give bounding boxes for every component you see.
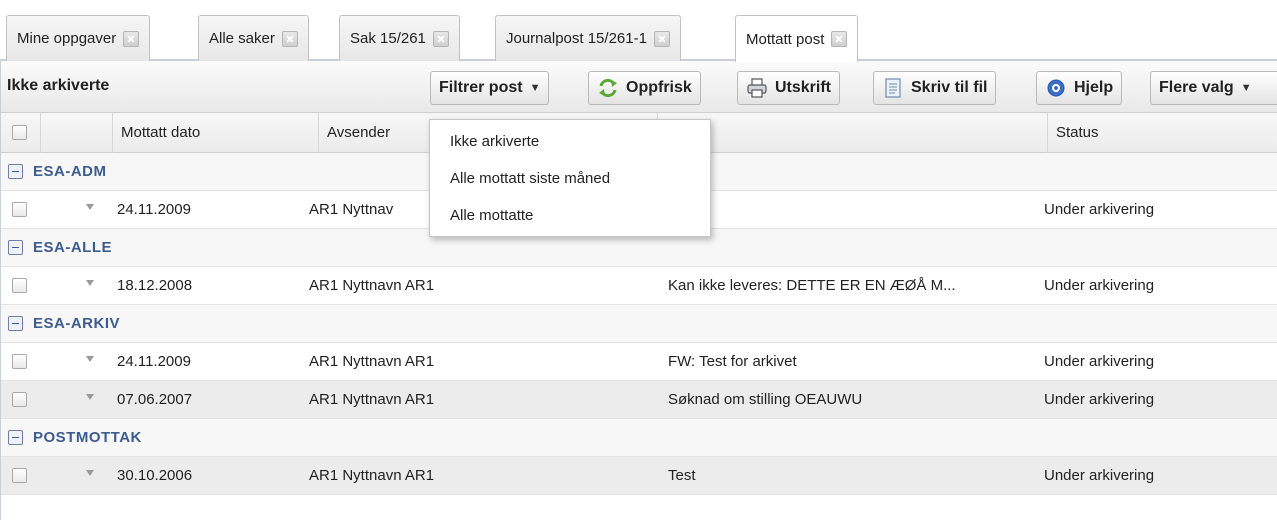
status-cell: Under arkivering [1044,391,1155,408]
row-expand-icon[interactable] [86,470,94,476]
row-expand-icon[interactable] [86,280,94,286]
refresh-button[interactable]: Oppfrisk [588,71,701,105]
filter-post-label: Filtrer post [439,79,523,96]
table-row[interactable]: 18.12.2008 AR1 Nyttnavn AR1 Kan ikke lever… [1,267,1277,305]
help-button[interactable]: Hjelp [1036,71,1123,105]
tab-mottatt-post[interactable]: Mottatt post [735,15,859,62]
group-row[interactable]: ESA-ARKIV [1,305,1277,343]
status-cell: Under arkivering [1044,467,1155,484]
write-to-file-button[interactable]: Skriv til fil [873,71,997,105]
collapse-icon[interactable] [8,430,23,445]
tab-label: Sak 15/261 [350,30,426,47]
received-date-cell: 24.11.2009 [117,353,191,370]
filter-menu-item[interactable]: Alle mottatte [430,198,710,234]
tab-journalpost-15-261-1[interactable]: Journalpost 15/261-1 [495,15,681,61]
group-name: ESA-ALLE [33,239,112,256]
sender-cell: AR1 Nyttnavn AR1 [309,391,435,408]
write-to-file-label: Skriv til fil [911,79,988,96]
column-header-date[interactable]: Mottatt dato [112,113,318,153]
print-button[interactable]: Utskrift [737,71,841,105]
more-options-button[interactable]: Flere valg ▼ [1150,71,1277,105]
row-checkbox[interactable] [12,202,27,217]
group-row[interactable]: POSTMOTTAK [1,419,1277,457]
tab-mine-oppgaver[interactable]: Mine oppgaver [6,15,151,61]
column-header-expander [40,113,112,153]
row-expand-icon[interactable] [86,204,94,210]
sender-cell: AR1 Nyttnavn AR1 [309,277,435,294]
status-cell: Under arkivering [1044,201,1155,218]
sender-cell: AR1 Nyttnavn AR1 [309,353,435,370]
select-all-checkbox[interactable] [12,125,27,140]
table-row[interactable]: 30.10.2006 AR1 Nyttnavn AR1 Test Under arki… [1,457,1277,495]
filter-menu-item[interactable]: Ikke arkiverte [430,124,710,160]
tab-sak-15-261[interactable]: Sak 15/261 [339,15,460,61]
tab-strip: Mine oppgaver Alle saker Sak 15/261 Jour… [0,0,1277,62]
printer-icon [746,77,768,99]
filter-menu-item[interactable]: Alle mottatt siste måned [430,161,710,197]
tab-alle-saker[interactable]: Alle saker [198,15,309,61]
status-cell: Under arkivering [1044,353,1155,370]
chevron-down-icon: ▼ [1240,82,1252,94]
row-checkbox[interactable] [12,468,27,483]
help-label: Hjelp [1074,79,1114,96]
filter-post-button[interactable]: Filtrer post ▼ [430,71,550,105]
close-icon[interactable] [653,30,670,47]
column-header-subject[interactable] [657,113,1047,153]
close-icon[interactable] [432,30,449,47]
table-row[interactable]: 24.11.2009 AR1 Nyttnavn AR1 FW: Test for a… [1,343,1277,381]
filter-menu: Ikke arkiverte Alle mottatt siste måned … [429,119,711,237]
chevron-down-icon: ▼ [529,82,541,94]
collapse-icon[interactable] [8,164,23,179]
row-checkbox[interactable] [12,392,27,407]
subject-cell: Søknad om stilling OEAUWU [668,391,863,408]
help-icon [1045,77,1067,99]
panel-title: Ikke arkiverte [7,77,110,94]
group-name: ESA-ARKIV [33,315,121,332]
print-label: Utskrift [775,79,832,96]
received-date-cell: 18.12.2008 [117,277,193,294]
collapse-icon[interactable] [8,316,23,331]
received-date-cell: 07.06.2007 [117,391,193,408]
sender-cell: AR1 Nyttnavn AR1 [309,467,435,484]
row-checkbox[interactable] [12,354,27,369]
group-name: POSTMOTTAK [33,429,142,446]
subject-cell: FW: Test for arkivet [668,353,797,370]
subject-cell: Test [668,467,696,484]
row-expand-icon[interactable] [86,394,94,400]
tab-label: Alle saker [209,30,275,47]
received-date-cell: 24.11.2009 [117,201,191,218]
tab-label: Journalpost 15/261-1 [506,30,647,47]
refresh-icon [597,77,619,99]
toolbar: Ikke arkiverte Filtrer post ▼ Oppfrisk U… [1,61,1277,113]
table-row[interactable]: 07.06.2007 AR1 Nyttnavn AR1 Søknad om stil… [1,381,1277,419]
column-header-status[interactable]: Status [1047,113,1277,153]
document-icon [882,77,904,99]
refresh-label: Oppfrisk [626,79,692,96]
subject-cell: Kan ikke leveres: DETTE ER EN ÆØÅ M... [668,277,956,294]
status-cell: Under arkivering [1044,277,1155,294]
app-window: Mine oppgaver Alle saker Sak 15/261 Jour… [0,0,1277,520]
close-icon[interactable] [831,31,848,47]
received-date-cell: 30.10.2006 [117,467,193,484]
row-checkbox[interactable] [12,278,27,293]
close-icon[interactable] [123,30,140,47]
tab-label: Mottatt post [746,30,825,48]
collapse-icon[interactable] [8,240,23,255]
close-icon[interactable] [281,30,298,47]
row-expand-icon[interactable] [86,356,94,362]
tab-label: Mine oppgaver [17,30,117,47]
more-options-label: Flere valg [1159,79,1234,96]
group-name: ESA-ADM [33,163,107,180]
